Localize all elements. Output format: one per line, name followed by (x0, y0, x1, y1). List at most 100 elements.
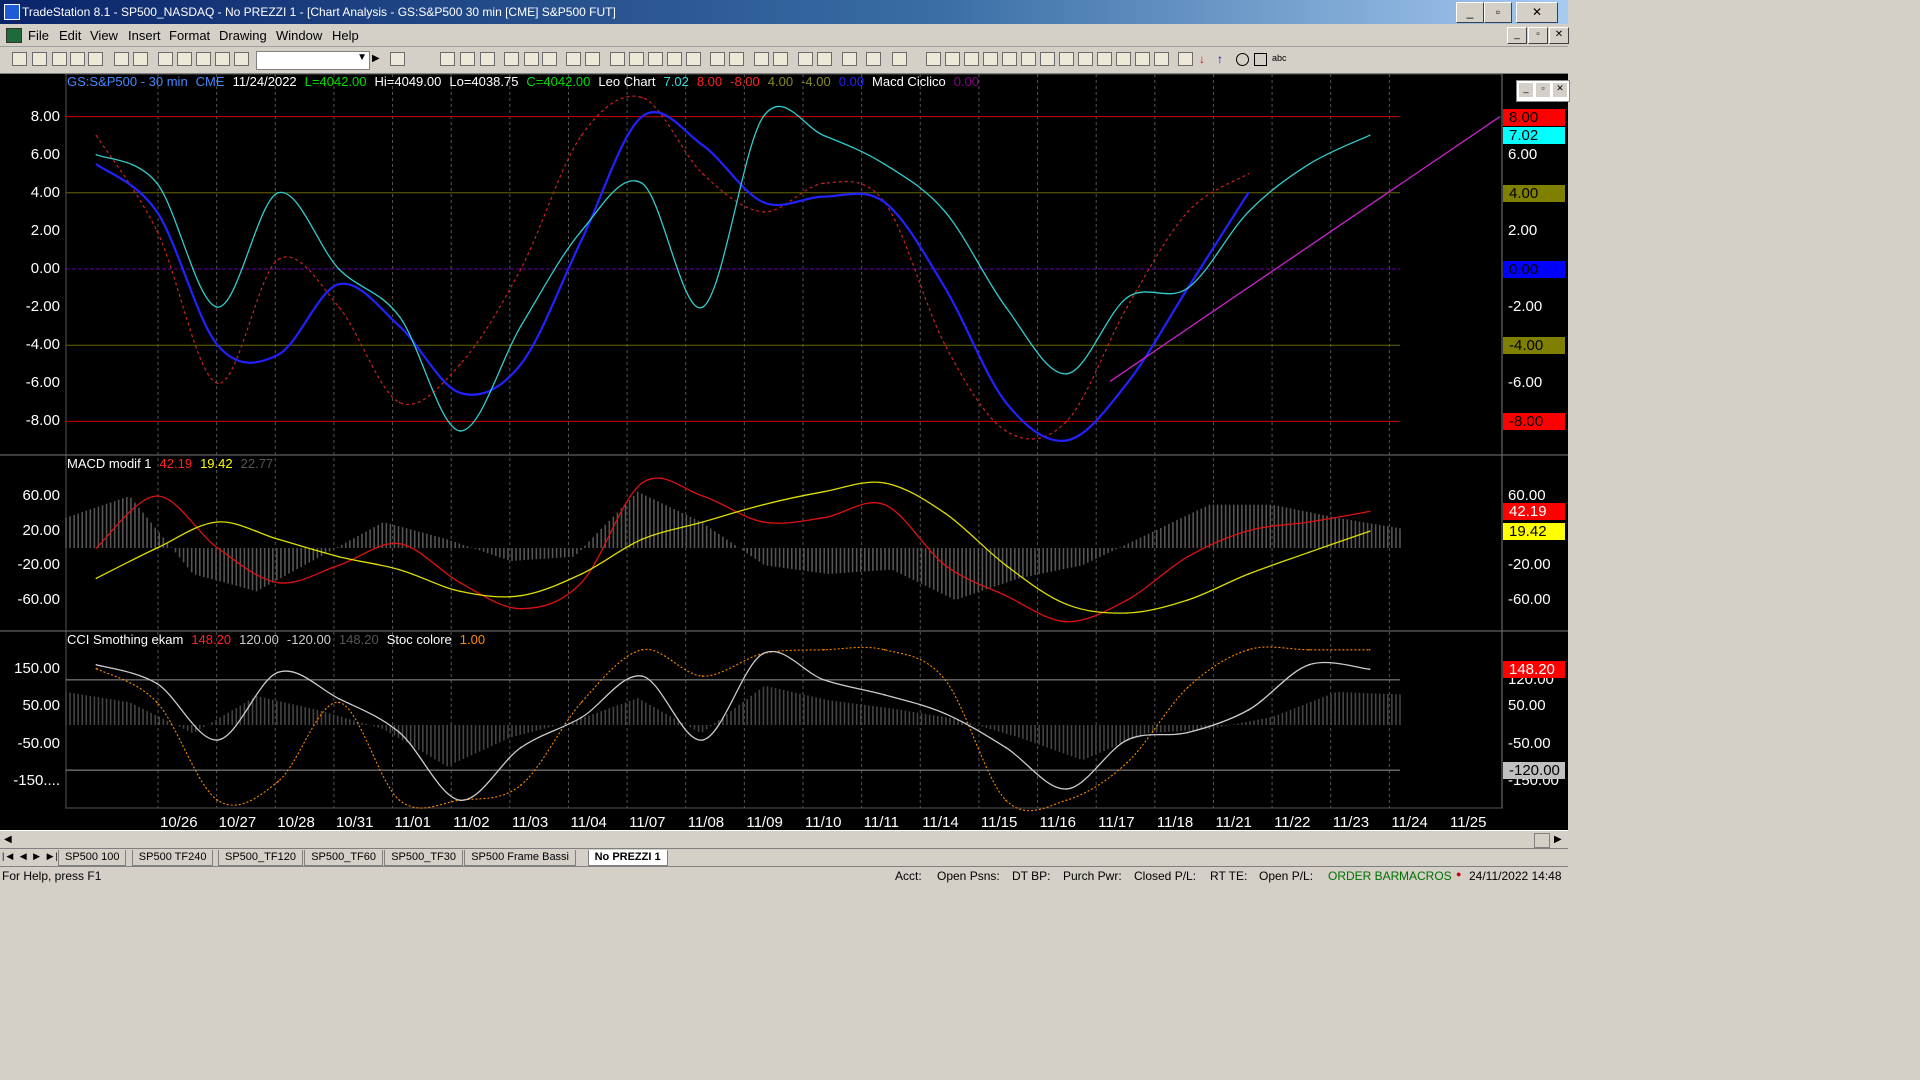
menu-view[interactable]: View (90, 28, 118, 43)
workspace-tab[interactable]: SP500 TF240 (131, 850, 214, 866)
text-icon[interactable]: abc (1272, 53, 1287, 63)
tab-nav-arrows-icon[interactable]: |◀ ◀ ▶ ▶| (2, 851, 60, 862)
zoom-in-icon[interactable] (754, 52, 769, 66)
scroll-left-arrow-icon[interactable]: ◀ (4, 834, 12, 845)
point-figure-icon[interactable] (667, 52, 682, 66)
crosshair-icon[interactable] (817, 52, 832, 66)
ellipse-icon[interactable] (1236, 53, 1249, 66)
pane-close-button[interactable]: ✕ (1553, 83, 1567, 97)
pane2-right-tick: 60.00 (1508, 487, 1546, 504)
print-icon[interactable] (114, 52, 129, 66)
maximize-button[interactable]: ▫ (1484, 2, 1512, 23)
workspace-tab[interactable]: No PREZZI 1 (587, 850, 668, 866)
grid-icon[interactable] (480, 52, 495, 66)
pen-icon[interactable] (1154, 52, 1169, 66)
chart-canvas[interactable] (0, 74, 1568, 830)
angle-icon[interactable] (1078, 52, 1093, 66)
vline-icon[interactable] (945, 52, 960, 66)
alert-icon[interactable] (892, 52, 907, 66)
workspace-tab[interactable]: SP500_TF60 (304, 850, 384, 866)
symbol-combo[interactable]: ▼ (256, 51, 370, 70)
order-bar-button[interactable]: ORDER BAR (1328, 869, 1399, 883)
window-icon[interactable] (158, 52, 173, 66)
workspace-icon[interactable] (52, 52, 67, 66)
cycle-icon[interactable] (1135, 52, 1150, 66)
showme-icon[interactable] (566, 52, 581, 66)
workspace-tab[interactable]: SP500 Frame Bassi (464, 850, 577, 866)
data-icon[interactable] (460, 52, 475, 66)
minimize-button[interactable]: _ (1456, 2, 1484, 23)
cascade-icon[interactable] (215, 52, 230, 66)
strategy-icon[interactable] (524, 52, 539, 66)
menu-drawing[interactable]: Drawing (219, 28, 267, 43)
bar-chart-icon[interactable] (610, 52, 625, 66)
volume-icon[interactable] (686, 52, 701, 66)
scroll-right-arrow-icon[interactable]: ▶ (1554, 834, 1562, 845)
save-icon[interactable] (88, 52, 103, 66)
hline-icon[interactable] (964, 52, 979, 66)
macd-signal-line-point (883, 482, 886, 484)
print-preview-icon[interactable] (133, 52, 148, 66)
macd-line-point (823, 516, 825, 519)
copy-icon[interactable] (70, 52, 85, 66)
indicator-icon[interactable] (504, 52, 519, 66)
workspace-tab[interactable]: SP500 100 (58, 850, 127, 866)
new-icon[interactable] (12, 52, 27, 66)
color-icon[interactable] (234, 52, 249, 66)
macd-signal-line-point (580, 573, 583, 575)
status-open-psns: Open Psns: (937, 869, 1000, 883)
speed-lines-icon[interactable] (1059, 52, 1074, 66)
pane-minimize-button[interactable]: _ (1519, 83, 1533, 97)
line-chart-icon[interactable] (648, 52, 663, 66)
freehand-icon[interactable] (1178, 52, 1193, 66)
status-help-text: For Help, press F1 (2, 869, 102, 883)
ruler-icon[interactable] (1097, 52, 1112, 66)
probability-icon[interactable] (585, 52, 600, 66)
menu-file[interactable]: File (28, 28, 49, 43)
menu-edit[interactable]: Edit (59, 28, 81, 43)
workspace-tab[interactable]: SP500_TF120 (218, 850, 303, 866)
close-button[interactable]: ✕ (1516, 2, 1558, 23)
andrews-icon[interactable] (1040, 52, 1055, 66)
scroll-left-icon[interactable] (710, 52, 725, 66)
pane-restore-button[interactable]: ▫ (1536, 83, 1550, 97)
paintbar-icon[interactable] (542, 52, 557, 66)
menu-window[interactable]: Window (276, 28, 322, 43)
chart-analysis-window[interactable]: GS:S&P500 - 30 min CME 11/24/2022 L=4042.00… (0, 74, 1570, 831)
horizontal-scrollbar[interactable]: ◀ ▶ (0, 830, 1568, 849)
scroll-thumb[interactable] (1534, 833, 1550, 848)
lock-icon[interactable] (196, 52, 211, 66)
scroll-right-icon[interactable] (729, 52, 744, 66)
fib-icon[interactable] (983, 52, 998, 66)
open-icon[interactable] (32, 52, 47, 66)
arrow-up-icon[interactable]: ↑ (1217, 52, 1223, 66)
pointer-icon[interactable] (798, 52, 813, 66)
insert-symbol-icon[interactable] (390, 52, 405, 66)
menu-insert[interactable]: Insert (128, 28, 161, 43)
gann-icon[interactable] (1021, 52, 1036, 66)
zoom-out-icon[interactable] (773, 52, 788, 66)
pane1-right-tick: -6.00 (1508, 374, 1543, 392)
tile-icon[interactable] (177, 52, 192, 66)
rectangle-icon[interactable] (1254, 53, 1267, 66)
format-icon[interactable] (440, 52, 455, 66)
mdi-close-button[interactable]: ✕ (1549, 27, 1569, 44)
mdi-restore-button[interactable]: ▫ (1528, 27, 1548, 44)
arrow-down-icon[interactable]: ↓ (1199, 52, 1205, 66)
workspace-tab[interactable]: SP500_TF30 (384, 850, 464, 866)
order-icon[interactable] (866, 52, 881, 66)
date-tick: 11/22 (1274, 814, 1311, 831)
play-icon[interactable]: ▶ (372, 53, 380, 64)
arc-icon[interactable] (1002, 52, 1017, 66)
macd-line-point (762, 521, 765, 523)
channel-icon[interactable] (1116, 52, 1131, 66)
macd-signal-line-point (762, 503, 765, 506)
trendline-icon[interactable] (926, 52, 941, 66)
macros-button[interactable]: MACROS (1399, 869, 1452, 883)
menu-format[interactable]: Format (169, 28, 210, 43)
menu-help[interactable]: Help (332, 28, 359, 43)
tools-icon[interactable] (842, 52, 857, 66)
mdi-minimize-button[interactable]: _ (1507, 27, 1527, 44)
candle-icon[interactable] (629, 52, 644, 66)
chart-window-icon[interactable] (6, 28, 22, 43)
